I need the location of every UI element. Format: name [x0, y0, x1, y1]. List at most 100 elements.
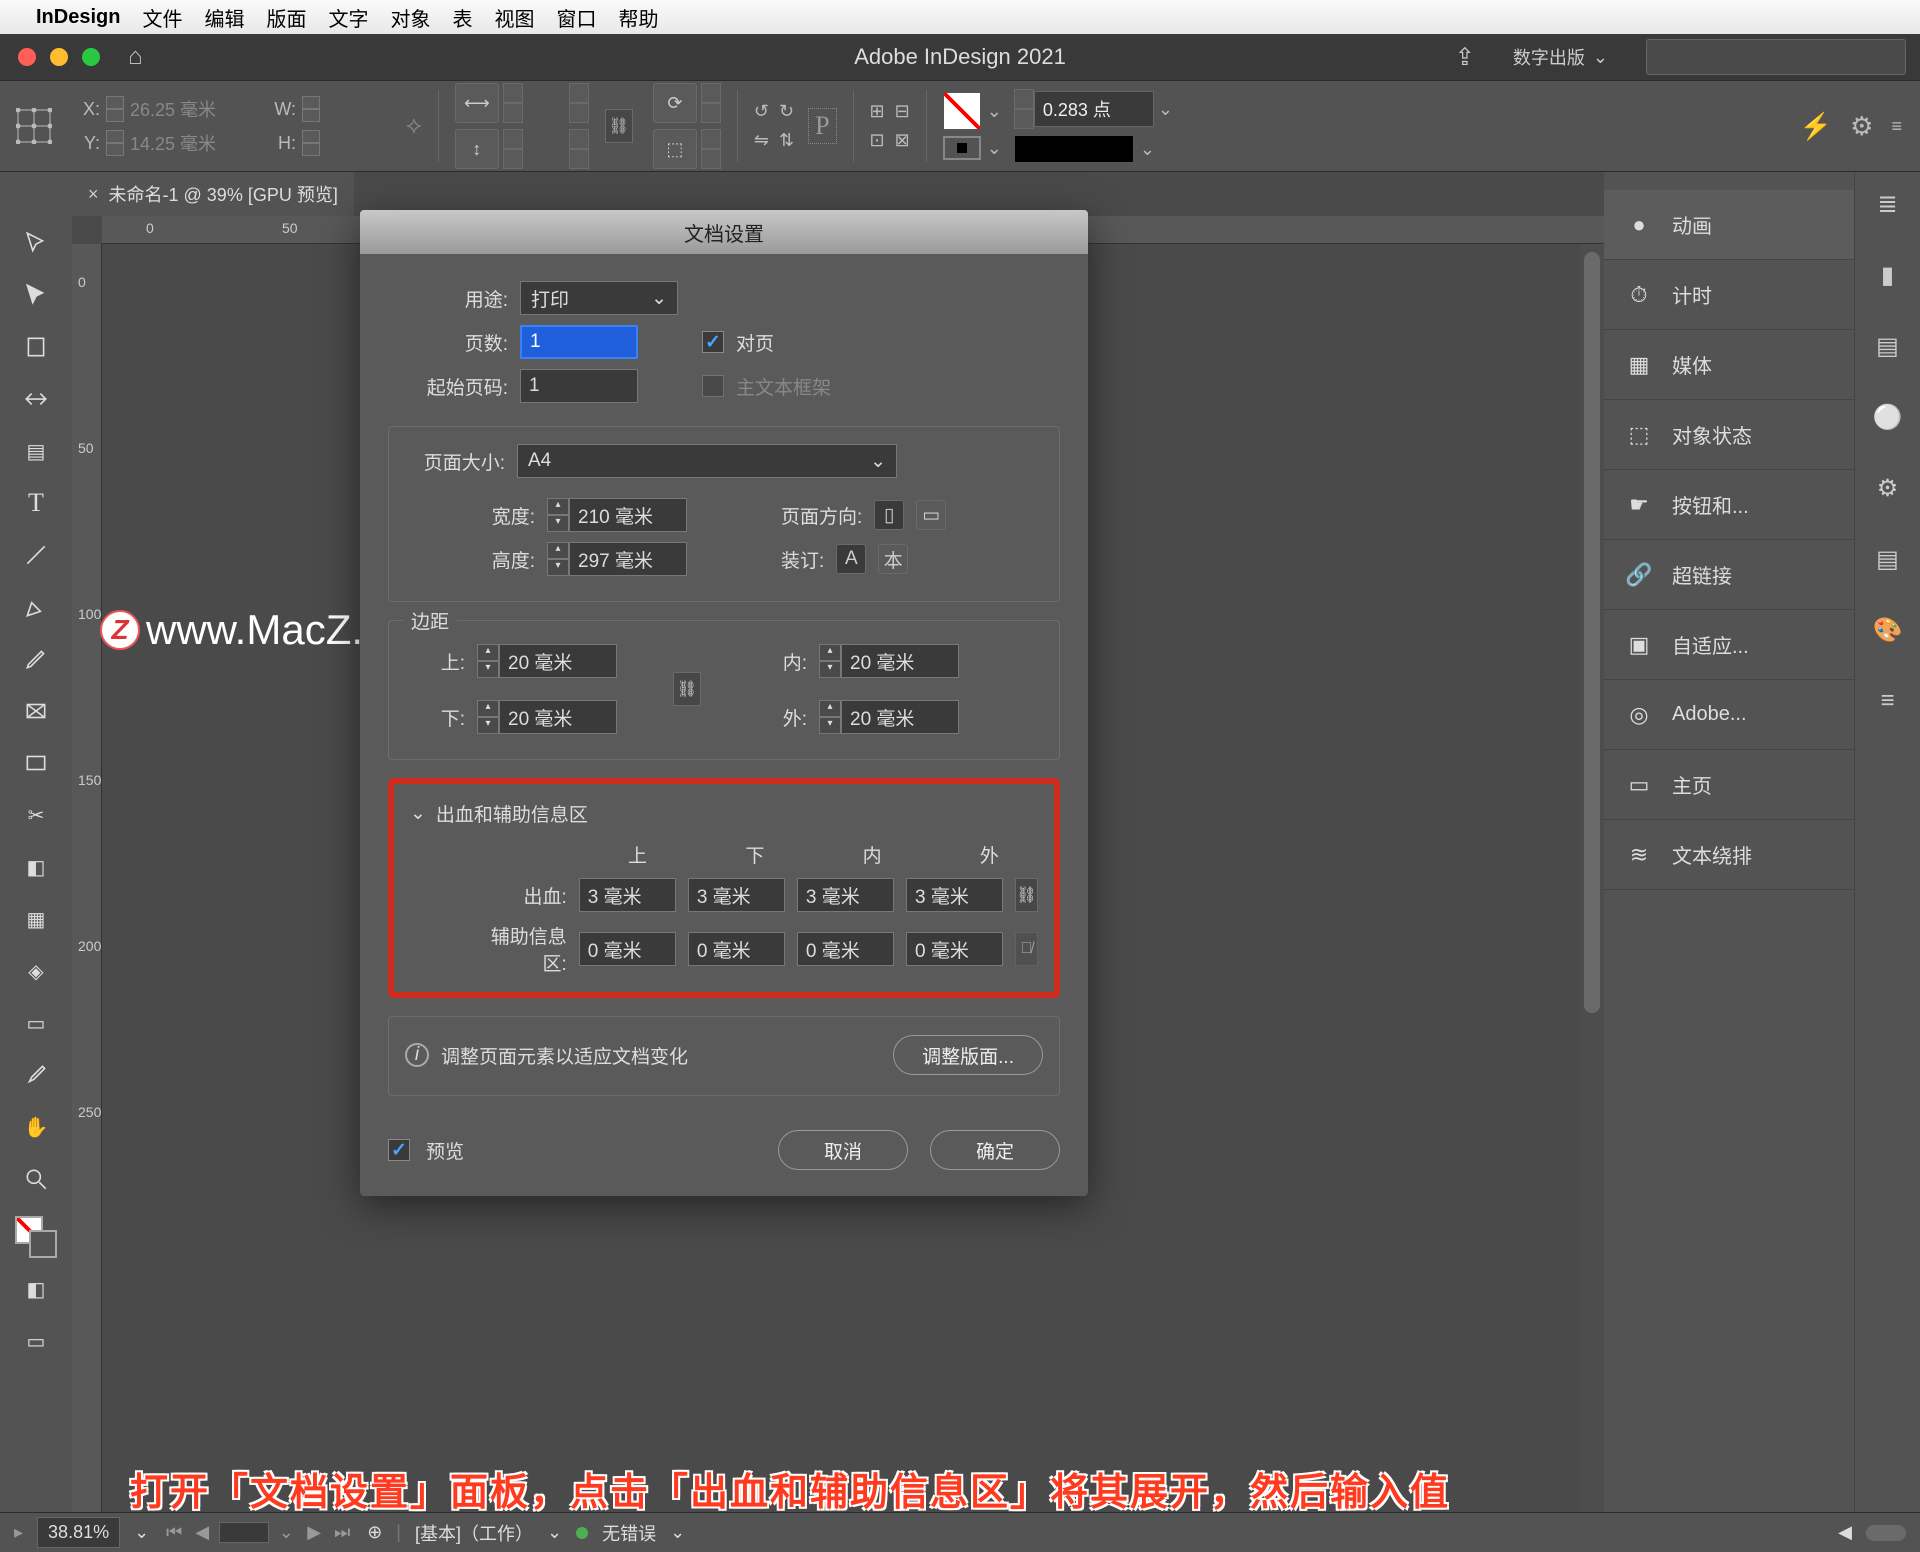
gradient-tool-icon[interactable]: ▦ [15, 898, 57, 940]
last-page-icon[interactable]: ⏭ [331, 1522, 353, 1543]
panel-animation[interactable]: ●动画 [1604, 190, 1854, 260]
stroke-weight-input[interactable]: 0.283 点 [1034, 91, 1154, 127]
share-icon[interactable]: ⇪ [1455, 43, 1475, 72]
bleed-inside-input[interactable]: 3 毫米 [797, 878, 894, 912]
shear-angle-stepper[interactable] [701, 129, 721, 169]
rotate-ccw-icon[interactable]: ↺ [754, 101, 769, 122]
panel-hyperlinks[interactable]: 🔗超链接 [1604, 540, 1854, 610]
scroll-left-icon[interactable]: ◀ [1838, 1522, 1852, 1543]
bleed-outside-input[interactable]: 3 毫米 [906, 878, 1003, 912]
type-tool-icon[interactable]: T [15, 482, 57, 524]
scale-y-stepper[interactable] [503, 129, 523, 169]
margin-outside-input[interactable]: 20 毫米 [841, 700, 959, 734]
publish-dropdown[interactable]: 数字出版 ⌄ [1499, 38, 1622, 76]
side-icon[interactable]: ⚙ [1877, 474, 1899, 503]
apply-color-icon[interactable]: ◧ [15, 1268, 57, 1310]
binding-ltr-icon[interactable]: A [836, 544, 866, 574]
x-stepper[interactable] [106, 96, 124, 122]
side-icon[interactable]: ▤ [1876, 332, 1899, 361]
stroke-weight-stepper[interactable] [1014, 89, 1034, 129]
rectangle-frame-tool-icon[interactable] [15, 690, 57, 732]
ok-button[interactable]: 确定 [930, 1130, 1060, 1170]
next-page-icon[interactable]: ▶ [303, 1522, 325, 1543]
primary-text-frame-checkbox[interactable] [702, 375, 724, 397]
page-size-select[interactable]: A4⌄ [517, 444, 897, 478]
workspace-status[interactable]: [基本]（工作） [415, 1520, 533, 1546]
panel-buttons[interactable]: ☛按钮和... [1604, 470, 1854, 540]
h-stepper[interactable] [302, 130, 320, 156]
slug-bottom-input[interactable]: 0 毫米 [688, 932, 785, 966]
page-field[interactable] [219, 1522, 269, 1543]
search-input[interactable] [1646, 39, 1906, 75]
ruler-vertical[interactable]: 0 50 100 150 200 250 [72, 244, 102, 1512]
direct-selection-tool-icon[interactable] [15, 274, 57, 316]
side-icon[interactable]: ≡ [1880, 687, 1894, 715]
reference-point-icon[interactable] [10, 102, 58, 150]
bleed-bottom-input[interactable]: 3 毫米 [688, 878, 785, 912]
angle-stepper[interactable] [701, 83, 721, 123]
w-stepper[interactable] [302, 96, 320, 122]
stroke-swatch-icon[interactable] [943, 136, 981, 160]
margin-inside-stepper[interactable]: ▴▾ [819, 644, 841, 678]
page-tool-icon[interactable] [15, 326, 57, 368]
menu-file[interactable]: 文件 [142, 3, 182, 32]
shear-stepper[interactable] [569, 129, 589, 169]
intent-select[interactable]: 打印⌄ [520, 281, 678, 315]
gap-tool-icon[interactable] [15, 378, 57, 420]
first-page-icon[interactable]: ⏮ [163, 1522, 185, 1543]
gpu-icon[interactable]: ⚡ [1800, 111, 1832, 142]
prev-page-icon[interactable]: ◀ [191, 1522, 213, 1543]
link-slug-icon[interactable]: ⛓̸ [1015, 932, 1038, 966]
eyedropper-tool-icon[interactable] [15, 1054, 57, 1096]
chevron-down-icon[interactable]: ⌄ [275, 1522, 297, 1543]
scissors-tool-icon[interactable]: ✂ [15, 794, 57, 836]
scrollbar-horizontal[interactable] [1866, 1525, 1906, 1541]
panel-timing[interactable]: ⏱计时 [1604, 260, 1854, 330]
margin-outside-stepper[interactable]: ▴▾ [819, 700, 841, 734]
gradient-feather-tool-icon[interactable]: ◈ [15, 950, 57, 992]
settings-icon[interactable]: ⚙ [1850, 111, 1873, 142]
bleed-slug-disclosure[interactable]: ⌄ 出血和辅助信息区 [410, 800, 1038, 827]
margin-inside-input[interactable]: 20 毫米 [841, 644, 959, 678]
panel-object-states[interactable]: ⬚对象状态 [1604, 400, 1854, 470]
expand-icon[interactable]: ▸ [14, 1522, 23, 1543]
menu-object[interactable]: 对象 [390, 3, 430, 32]
constrain-proportions-icon[interactable]: ⟡ [406, 112, 422, 140]
zoom-window-icon[interactable] [82, 48, 100, 66]
link-scale-icon[interactable]: ⛓ [605, 109, 633, 143]
panel-menu-icon[interactable]: ≡ [1891, 116, 1902, 137]
x-value[interactable]: 26.25 毫米 [130, 96, 260, 122]
errors-status[interactable]: 无错误 [602, 1520, 656, 1546]
y-stepper[interactable] [106, 130, 124, 156]
slug-inside-input[interactable]: 0 毫米 [797, 932, 894, 966]
side-icon[interactable]: ⚪ [1873, 403, 1903, 432]
open-icon[interactable]: ⊕ [367, 1522, 382, 1543]
close-tab-icon[interactable]: × [88, 184, 99, 205]
character-icon[interactable]: P [808, 108, 836, 144]
shear-icon[interactable]: ⬚ [653, 129, 697, 169]
chevron-down-icon[interactable]: ⌄ [1140, 139, 1155, 160]
link-margins-icon[interactable]: ⛓ [673, 672, 701, 706]
panel-adobe[interactable]: ◎Adobe... [1604, 680, 1854, 750]
fit-width-icon[interactable]: ⟷ [455, 83, 499, 123]
orientation-landscape-icon[interactable]: ▭ [916, 500, 946, 530]
menu-help[interactable]: 帮助 [618, 3, 658, 32]
margin-top-stepper[interactable]: ▴▾ [477, 644, 499, 678]
scrollbar-vertical[interactable] [1580, 244, 1604, 1512]
chevron-down-icon[interactable]: ⌄ [547, 1522, 562, 1543]
align-icon-2[interactable]: ⊡ [870, 130, 885, 151]
menu-layout[interactable]: 版面 [266, 3, 306, 32]
hand-tool-icon[interactable]: ✋ [15, 1106, 57, 1148]
chevron-down-icon[interactable]: ⌄ [670, 1522, 685, 1543]
start-page-input[interactable]: 1 [520, 369, 638, 403]
rotate-cw-icon[interactable]: ↻ [779, 101, 794, 122]
distribute-icon[interactable]: ⊟ [895, 101, 910, 122]
fit-height-icon[interactable]: ↕ [455, 129, 499, 169]
menu-view[interactable]: 视图 [494, 3, 534, 32]
width-stepper[interactable]: ▴▾ [547, 498, 569, 532]
orientation-portrait-icon[interactable]: ▯ [874, 500, 904, 530]
distribute-icon-2[interactable]: ⊠ [895, 130, 910, 151]
adjust-layout-button[interactable]: 调整版面... [893, 1035, 1043, 1075]
cancel-button[interactable]: 取消 [778, 1130, 908, 1170]
app-name[interactable]: InDesign [36, 6, 120, 29]
